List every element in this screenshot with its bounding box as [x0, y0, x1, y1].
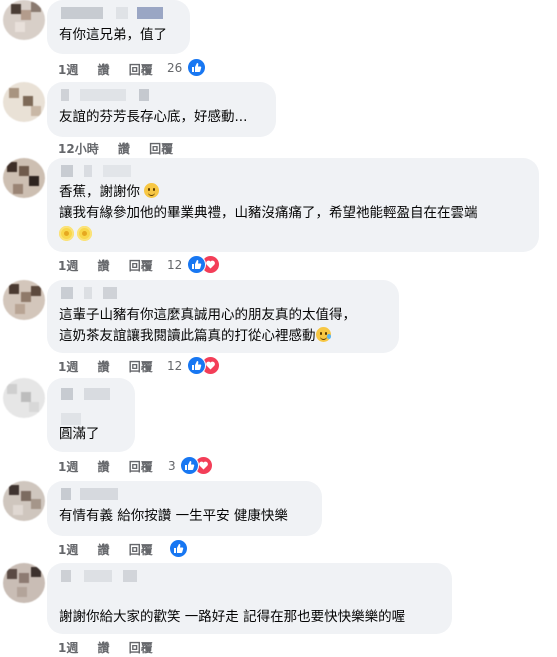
comment-bubble: 有你這兄弟，值了 [47, 0, 190, 54]
comment-actions: 1週 讚 回覆 [58, 458, 168, 475]
reply-button[interactable]: 回覆 [129, 543, 153, 557]
avatar[interactable] [3, 280, 45, 320]
commenter-name[interactable] [61, 165, 132, 177]
comment-bubble: 有情有義 給你按讚 一生平安 健康快樂 [47, 481, 322, 536]
comment-actions: 12小時 讚 回覆 [58, 140, 188, 157]
commenter-name[interactable] [61, 570, 138, 582]
avatar[interactable] [3, 82, 45, 122]
comment-text: 謝謝你給大家的歡笑 一路好走 記得在那也要快快樂樂的喔 [59, 609, 406, 625]
reply-button[interactable]: 回覆 [129, 63, 153, 77]
comment-bubble: 謝謝你給大家的歡笑 一路好走 記得在那也要快快樂樂的喔 [47, 563, 452, 634]
timestamp[interactable]: 1週 [58, 63, 78, 77]
commenter-name[interactable] [61, 388, 111, 425]
comment-bubble: 香蕉，謝謝你 讓我有緣參加他的畢業典禮，山豬沒痛痛了，希望祂能輕盈自在在雲端 [47, 158, 539, 252]
reaction-summary[interactable]: 26 [167, 58, 207, 77]
comment-actions: 1週 讚 回覆 [58, 541, 168, 558]
avatar[interactable] [3, 0, 45, 40]
reply-button[interactable]: 回覆 [149, 142, 173, 156]
comment-actions: 1週 讚 回覆 [58, 257, 168, 274]
reaction-summary[interactable]: 12 [167, 356, 221, 375]
reaction-summary[interactable]: 12 [167, 255, 221, 274]
reaction-count: 12 [167, 358, 183, 373]
thumbs-up-icon [168, 539, 188, 558]
reply-button[interactable]: 回覆 [129, 259, 153, 273]
thumbs-up-icon [187, 356, 207, 375]
comment-text: 友誼的芬芳長存心底，好感動... [59, 109, 248, 125]
comment-actions: 1週 讚 回覆 [58, 358, 168, 375]
like-button[interactable]: 讚 [98, 259, 110, 273]
reaction-summary[interactable] [164, 539, 188, 558]
reaction-count: 26 [167, 60, 183, 75]
commenter-name[interactable] [61, 287, 118, 299]
avatar[interactable] [3, 563, 45, 603]
grinning-sweat-emoji [315, 327, 331, 342]
commenter-name[interactable] [61, 7, 164, 19]
commenter-name[interactable] [61, 89, 150, 101]
timestamp[interactable]: 1週 [58, 360, 78, 374]
comment-text: 這輩子山豬有你這麼真誠用心的朋友真的太值得， 這奶茶友誼讓我閱讀此篇真的打從心裡… [59, 307, 356, 344]
comment-actions: 1週 讚 回覆 [58, 61, 168, 78]
comment-text: 圓滿了 [59, 426, 100, 442]
comment-bubble: 圓滿了 [47, 378, 135, 452]
like-button[interactable]: 讚 [118, 142, 130, 156]
comment-text: 香蕉，謝謝你 讓我有緣參加他的畢業典禮，山豬沒痛痛了，希望祂能輕盈自在在雲端 [59, 182, 478, 245]
reply-button[interactable]: 回覆 [129, 460, 153, 474]
reply-button[interactable]: 回覆 [129, 641, 153, 655]
comment-bubble: 友誼的芬芳長存心底，好感動... [47, 82, 276, 137]
comment-text: 有情有義 給你按讚 一生平安 健康快樂 [59, 508, 288, 524]
avatar[interactable] [3, 378, 45, 418]
like-button[interactable]: 讚 [98, 641, 110, 655]
timestamp[interactable]: 1週 [58, 641, 78, 655]
thumbs-up-icon [187, 58, 207, 77]
timestamp[interactable]: 1週 [58, 460, 78, 474]
thumbs-up-icon [187, 255, 207, 274]
reply-button[interactable]: 回覆 [129, 360, 153, 374]
timestamp[interactable]: 1週 [58, 259, 78, 273]
timestamp[interactable]: 1週 [58, 543, 78, 557]
like-button[interactable]: 讚 [98, 63, 110, 77]
like-button[interactable]: 讚 [98, 360, 110, 374]
reaction-summary[interactable]: 3 [168, 456, 214, 475]
timestamp[interactable]: 12小時 [58, 142, 99, 156]
avatar[interactable] [3, 481, 45, 521]
like-button[interactable]: 讚 [98, 460, 110, 474]
like-button[interactable]: 讚 [98, 543, 110, 557]
comment-actions: 1週 讚 回覆 [58, 639, 168, 656]
reaction-count: 3 [168, 458, 176, 473]
avatar[interactable] [3, 158, 45, 198]
commenter-name[interactable] [61, 488, 119, 500]
sunflower-emoji [77, 226, 92, 241]
comment-bubble: 這輩子山豬有你這麼真誠用心的朋友真的太值得， 這奶茶友誼讓我閱讀此篇真的打從心裡… [47, 280, 399, 353]
reaction-count: 12 [167, 257, 183, 272]
smiling-face-emoji [144, 183, 160, 198]
comment-text: 有你這兄弟，值了 [59, 27, 167, 43]
sunflower-emoji [59, 226, 74, 241]
